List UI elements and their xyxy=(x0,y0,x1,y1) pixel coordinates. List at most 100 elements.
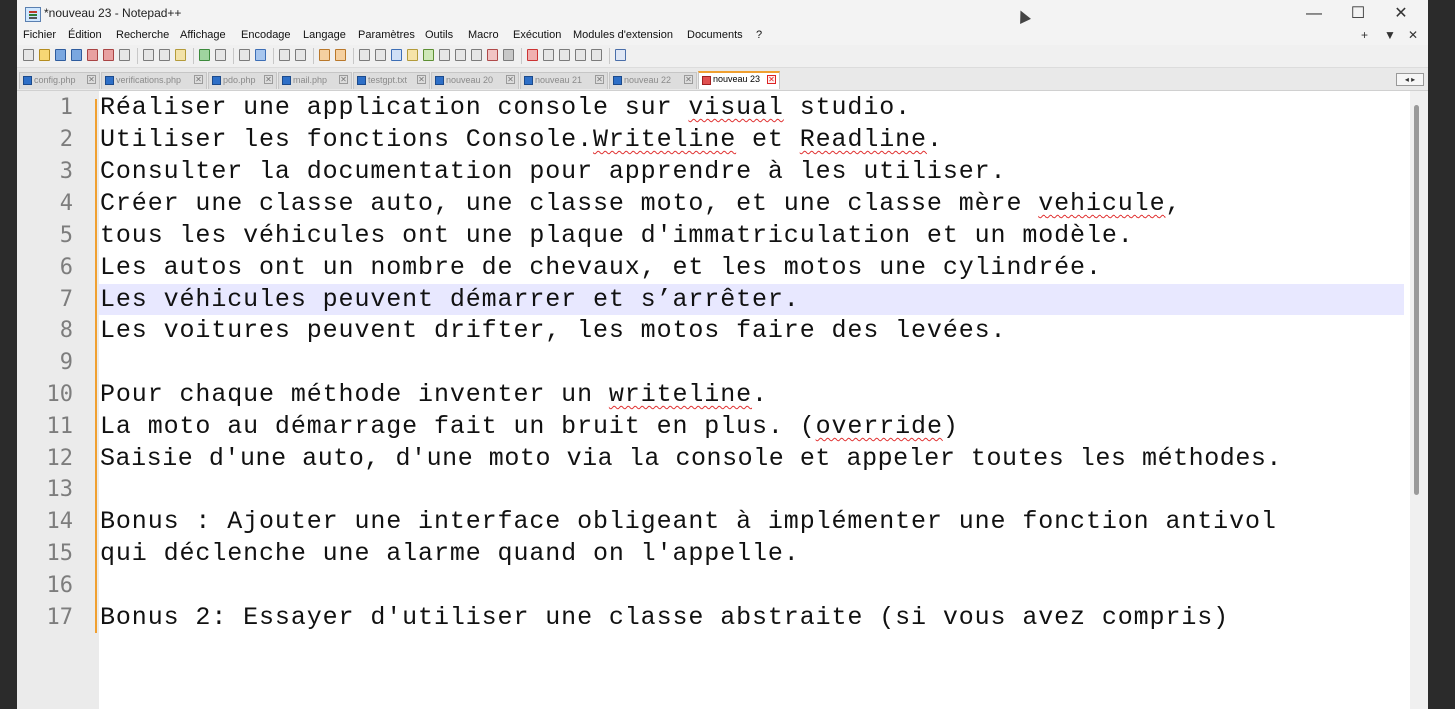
editor-line[interactable]: 9 xyxy=(17,347,1428,379)
tab-close-icon[interactable]: ✕ xyxy=(417,75,426,84)
editor-line[interactable]: 15 qui déclenche une alarme quand on l'a… xyxy=(17,538,1428,570)
start-recording-icon[interactable] xyxy=(527,49,538,61)
stop-recording-icon[interactable] xyxy=(503,49,514,61)
save-icon[interactable] xyxy=(55,49,66,61)
document-list-dropdown-icon[interactable]: ▼ xyxy=(1384,28,1396,42)
line-text[interactable]: Les autos ont un nombre de chevaux, et l… xyxy=(100,252,1102,284)
print-icon[interactable] xyxy=(119,49,130,61)
menu-langage[interactable]: Langage xyxy=(303,29,346,41)
copy-icon[interactable] xyxy=(159,49,170,61)
document-map-icon[interactable] xyxy=(423,49,434,61)
editor-line-current[interactable]: 7 Les véhicules peuvent démarrer et s’ar… xyxy=(17,284,1428,316)
editor-line[interactable]: 12 Saisie d'une auto, d'une moto via la … xyxy=(17,443,1428,475)
word-wrap-icon[interactable] xyxy=(359,49,370,61)
close-all-icon[interactable] xyxy=(103,49,114,61)
indent-guide-icon[interactable] xyxy=(391,49,402,61)
editor-line[interactable]: 8 Les voitures peuvent drifter, les moto… xyxy=(17,315,1428,347)
tab-close-icon[interactable]: ✕ xyxy=(339,75,348,84)
editor-line[interactable]: 4 Créer une classe auto, une classe moto… xyxy=(17,188,1428,220)
line-text[interactable]: tous les véhicules ont une plaque d'imma… xyxy=(100,220,1134,252)
close-file-icon[interactable] xyxy=(87,49,98,61)
line-text[interactable]: Pour chaque méthode inventer un writelin… xyxy=(100,379,768,411)
monitoring-icon[interactable] xyxy=(471,49,482,61)
menu-encodage[interactable]: Encodage xyxy=(241,29,291,41)
tab-nouveau-20[interactable]: nouveau 20 ✕ xyxy=(431,72,519,89)
tab-close-icon[interactable]: ✕ xyxy=(767,75,776,84)
line-text[interactable]: Les voitures peuvent drifter, les motos … xyxy=(100,315,1006,347)
tab-nouveau-21[interactable]: nouveau 21 ✕ xyxy=(520,72,608,89)
editor-line[interactable]: 2 Utiliser les fonctions Console.Writeli… xyxy=(17,124,1428,156)
line-text[interactable]: Créer une classe auto, une classe moto, … xyxy=(100,188,1181,220)
editor-line[interactable]: 16 xyxy=(17,570,1428,602)
new-file-icon[interactable] xyxy=(23,49,34,61)
tab-close-icon[interactable]: ✕ xyxy=(194,75,203,84)
editor-area[interactable]: 1 Réaliser une application console sur v… xyxy=(17,91,1428,709)
tab-nouveau-22[interactable]: nouveau 22 ✕ xyxy=(609,72,697,89)
editor-line[interactable]: 1 Réaliser une application console sur v… xyxy=(17,92,1428,124)
menu-modules-extension[interactable]: Modules d'extension xyxy=(573,29,673,41)
zoom-out-icon[interactable] xyxy=(295,49,306,61)
find-icon[interactable] xyxy=(239,49,250,61)
line-text[interactable]: Réaliser une application console sur vis… xyxy=(100,92,911,124)
redo-icon[interactable] xyxy=(215,49,226,61)
tab-mail-php[interactable]: mail.php ✕ xyxy=(278,72,352,89)
editor-line[interactable]: 6 Les autos ont un nombre de chevaux, et… xyxy=(17,252,1428,284)
editor-line[interactable]: 13 xyxy=(17,474,1428,506)
line-text[interactable]: Bonus 2: Essayer d'utiliser une classe a… xyxy=(100,602,1229,634)
tab-close-icon[interactable]: ✕ xyxy=(595,75,604,84)
line-text[interactable]: Saisie d'une auto, d'une moto via la con… xyxy=(100,443,1282,475)
menu-affichage[interactable]: Affichage xyxy=(180,29,226,41)
record-macro-icon[interactable] xyxy=(487,49,498,61)
spell-check-icon[interactable] xyxy=(615,49,626,61)
folder-as-workspace-icon[interactable] xyxy=(455,49,466,61)
tab-nouveau-23[interactable]: nouveau 23 ✕ xyxy=(698,71,780,89)
editor-line[interactable]: 3 Consulter la documentation pour appren… xyxy=(17,156,1428,188)
line-text[interactable]: La moto au démarrage fait un bruit en pl… xyxy=(100,411,959,443)
editor-line[interactable]: 11 La moto au démarrage fait un bruit en… xyxy=(17,411,1428,443)
function-list-icon[interactable] xyxy=(439,49,450,61)
cut-icon[interactable] xyxy=(143,49,154,61)
undo-icon[interactable] xyxy=(199,49,210,61)
play-macro-icon[interactable] xyxy=(559,49,570,61)
line-text[interactable]: Les véhicules peuvent démarrer et s’arrê… xyxy=(100,284,800,316)
paste-icon[interactable] xyxy=(175,49,186,61)
sync-horizontal-icon[interactable] xyxy=(335,49,346,61)
tab-close-icon[interactable]: ✕ xyxy=(506,75,515,84)
menu-recherche[interactable]: Recherche xyxy=(116,29,169,41)
menu-help[interactable]: ? xyxy=(756,29,762,41)
save-all-icon[interactable] xyxy=(71,49,82,61)
menu-documents[interactable]: Documents xyxy=(687,29,743,41)
line-text[interactable]: Consulter la documentation pour apprendr… xyxy=(100,156,1006,188)
editor-line[interactable]: 17 Bonus 2: Essayer d'utiliser une class… xyxy=(17,602,1428,634)
tab-scroll-arrows-icon[interactable]: ◂ ▸ xyxy=(1396,73,1424,86)
maximize-button[interactable]: ☐ xyxy=(1338,3,1378,25)
open-file-icon[interactable] xyxy=(39,49,50,61)
replace-icon[interactable] xyxy=(255,49,266,61)
tab-config-php[interactable]: config.php ✕ xyxy=(19,72,100,89)
menu-macro[interactable]: Macro xyxy=(468,29,499,41)
editor-line[interactable]: 14 Bonus : Ajouter une interface obligea… xyxy=(17,506,1428,538)
menu-fichier[interactable]: Fichier xyxy=(23,29,56,41)
tab-close-icon[interactable]: ✕ xyxy=(264,75,273,84)
tab-pdo-php[interactable]: pdo.php ✕ xyxy=(208,72,277,89)
scrollbar-thumb[interactable] xyxy=(1414,105,1419,495)
minimize-button[interactable]: — xyxy=(1294,3,1334,25)
menu-parametres[interactable]: Paramètres xyxy=(358,29,415,41)
close-button[interactable]: ✕ xyxy=(1381,3,1421,25)
tab-verifications-php[interactable]: verifications.php ✕ xyxy=(101,72,207,89)
menu-edition[interactable]: Édition xyxy=(68,29,102,41)
stop-macro-icon[interactable] xyxy=(543,49,554,61)
save-macro-icon[interactable] xyxy=(591,49,602,61)
line-text[interactable]: Bonus : Ajouter une interface obligeant … xyxy=(100,506,1277,538)
tab-close-icon[interactable]: ✕ xyxy=(87,75,96,84)
editor-line[interactable]: 10 Pour chaque méthode inventer un write… xyxy=(17,379,1428,411)
menu-outils[interactable]: Outils xyxy=(425,29,453,41)
zoom-in-icon[interactable] xyxy=(279,49,290,61)
run-macro-multiple-icon[interactable] xyxy=(575,49,586,61)
user-defined-language-icon[interactable] xyxy=(407,49,418,61)
tab-close-icon[interactable]: ✕ xyxy=(684,75,693,84)
editor-line[interactable]: 5 tous les véhicules ont une plaque d'im… xyxy=(17,220,1428,252)
tab-testgpt-txt[interactable]: testgpt.txt ✕ xyxy=(353,72,430,89)
sync-vertical-icon[interactable] xyxy=(319,49,330,61)
show-all-characters-icon[interactable] xyxy=(375,49,386,61)
